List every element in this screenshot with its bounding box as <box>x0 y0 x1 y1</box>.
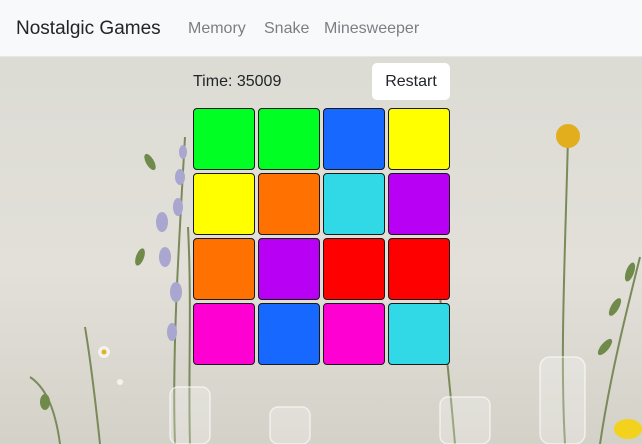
nav-link-memory[interactable]: Memory <box>188 20 246 38</box>
memory-tile-blue[interactable] <box>258 303 320 365</box>
restart-button[interactable]: Restart <box>372 63 450 100</box>
navbar: Nostalgic Games Memory Snake Minesweeper <box>0 0 642 57</box>
brand-link[interactable]: Nostalgic Games <box>16 18 161 40</box>
nav-link-minesweeper[interactable]: Minesweeper <box>324 20 419 38</box>
memory-tile-yellow[interactable] <box>193 173 255 235</box>
memory-tile-magenta[interactable] <box>193 303 255 365</box>
nav-link-snake[interactable]: Snake <box>264 20 309 38</box>
memory-tile-red[interactable] <box>388 238 450 300</box>
memory-tile-purple[interactable] <box>388 173 450 235</box>
memory-tile-orange[interactable] <box>258 173 320 235</box>
memory-tile-green[interactable] <box>193 108 255 170</box>
memory-tile-blue[interactable] <box>323 108 385 170</box>
memory-tile-green[interactable] <box>258 108 320 170</box>
memory-tile-magenta[interactable] <box>323 303 385 365</box>
memory-tile-red[interactable] <box>323 238 385 300</box>
timer-display: Time: 35009 <box>193 73 282 90</box>
memory-tile-purple[interactable] <box>258 238 320 300</box>
memory-tile-cyan[interactable] <box>388 303 450 365</box>
memory-board <box>193 108 450 365</box>
memory-tile-cyan[interactable] <box>323 173 385 235</box>
memory-tile-yellow[interactable] <box>388 108 450 170</box>
memory-tile-orange[interactable] <box>193 238 255 300</box>
